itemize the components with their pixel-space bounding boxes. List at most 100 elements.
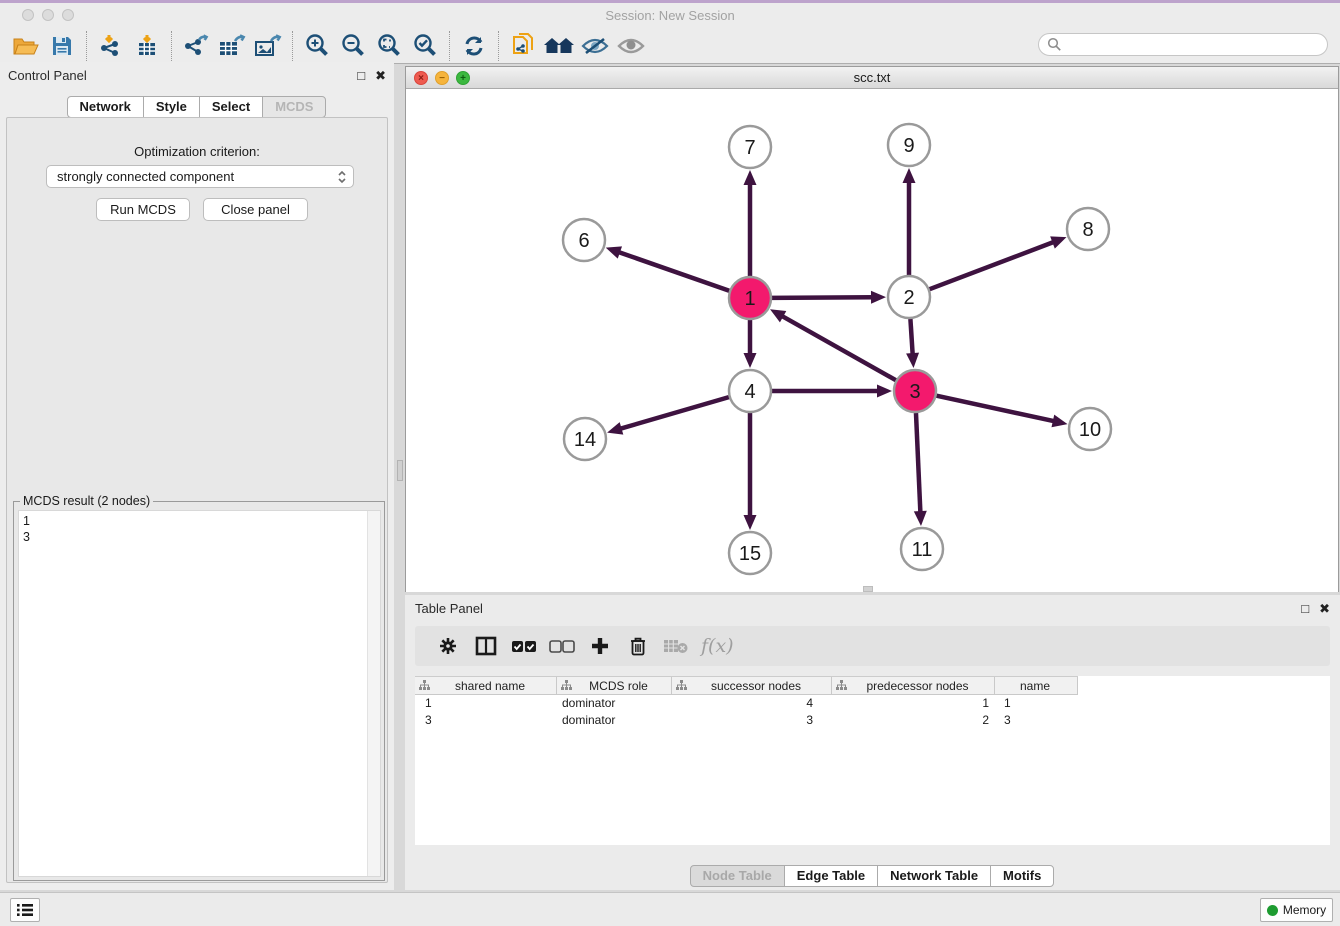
minimize-view-button[interactable]: − xyxy=(435,71,449,85)
graph-node-label: 11 xyxy=(912,539,933,561)
float-panel-icon[interactable]: □ xyxy=(357,69,365,82)
export-image-icon[interactable] xyxy=(250,31,286,61)
graph-edge-2-8[interactable] xyxy=(930,242,1055,289)
column-type-icon xyxy=(836,680,847,691)
column-header-predecessor-nodes[interactable]: predecessor nodes xyxy=(832,677,995,694)
column-header-shared-name[interactable]: shared name xyxy=(415,677,557,694)
zoom-fit-icon[interactable] xyxy=(371,31,407,61)
control-panel-title: Control Panel xyxy=(8,68,87,83)
zoom-out-icon[interactable] xyxy=(335,31,371,61)
run-mcds-button[interactable]: Run MCDS xyxy=(96,198,190,221)
tab-motifs[interactable]: Motifs xyxy=(990,865,1054,887)
toolbar-separator xyxy=(171,31,172,61)
graph-edge-3-1[interactable] xyxy=(781,316,895,381)
graph-edge-arrowhead xyxy=(903,168,916,183)
graph-edge-arrowhead xyxy=(871,291,886,304)
hide-selected-eye-icon[interactable] xyxy=(577,31,613,61)
tab-edge-table[interactable]: Edge Table xyxy=(784,865,878,887)
maximize-window-button[interactable] xyxy=(62,9,74,21)
graph-node-label: 15 xyxy=(739,543,761,565)
select-all-icon[interactable] xyxy=(505,631,543,661)
panel-splitter-handle[interactable] xyxy=(397,460,403,481)
cell-predecessor-nodes: 1 xyxy=(832,695,995,712)
split-columns-icon[interactable] xyxy=(467,631,505,661)
add-column-icon[interactable] xyxy=(581,631,619,661)
minimize-window-button[interactable] xyxy=(42,9,54,21)
refresh-icon[interactable] xyxy=(456,31,492,61)
toolbar-separator xyxy=(86,31,87,61)
tab-select[interactable]: Select xyxy=(199,96,263,118)
close-window-button[interactable] xyxy=(22,9,34,21)
graph-node-label: 3 xyxy=(909,381,920,403)
table-row[interactable]: 3 dominator 3 2 3 xyxy=(415,712,1330,729)
mcds-result-list[interactable]: 1 3 xyxy=(18,510,381,877)
close-view-button[interactable]: × xyxy=(414,71,428,85)
list-icon xyxy=(17,903,33,917)
export-network-icon[interactable] xyxy=(178,31,214,61)
tab-network-table[interactable]: Network Table xyxy=(877,865,991,887)
import-network-icon[interactable] xyxy=(93,31,129,61)
home-icon[interactable] xyxy=(541,31,577,61)
graph-edge-2-3[interactable] xyxy=(910,319,912,355)
column-header-name[interactable]: name xyxy=(995,677,1078,694)
column-header-successor-nodes[interactable]: successor nodes xyxy=(672,677,832,694)
table-panel-title: Table Panel xyxy=(415,601,483,616)
mcds-result-group: MCDS result (2 nodes) 1 3 xyxy=(13,501,385,881)
tab-mcds[interactable]: MCDS xyxy=(262,96,326,118)
graph-edge-1-2[interactable] xyxy=(772,297,873,298)
cell-successor-nodes: 4 xyxy=(672,695,832,712)
zoom-selected-icon[interactable] xyxy=(407,31,443,61)
control-panel-header: Control Panel □ ✖ xyxy=(0,62,394,88)
function-builder-icon[interactable]: f(x) xyxy=(695,631,734,661)
canvas-resize-handle[interactable] xyxy=(863,586,873,592)
cell-shared-name: 1 xyxy=(415,695,557,712)
memory-button[interactable]: Memory xyxy=(1260,898,1333,922)
network-window-title: scc.txt xyxy=(406,67,1338,88)
close-panel-icon[interactable]: ✖ xyxy=(375,69,386,82)
open-session-icon[interactable] xyxy=(8,31,44,61)
cell-name: 3 xyxy=(995,712,1078,729)
task-history-button[interactable] xyxy=(10,898,40,922)
result-line: 1 xyxy=(19,513,380,529)
table-header-row: shared name MCDS role successor nodes pr… xyxy=(415,676,1078,695)
float-table-panel-icon[interactable]: □ xyxy=(1301,602,1309,615)
table-panel-header: Table Panel □ ✖ xyxy=(405,595,1340,621)
cell-mcds-role: dominator xyxy=(557,712,672,729)
column-header-mcds-role[interactable]: MCDS role xyxy=(557,677,672,694)
graph-edge-3-10[interactable] xyxy=(936,396,1054,422)
chevron-up-down-icon xyxy=(337,170,347,184)
cell-predecessor-nodes: 2 xyxy=(832,712,995,729)
close-panel-button[interactable]: Close panel xyxy=(203,198,308,221)
table-row[interactable]: 1 dominator 4 1 1 xyxy=(415,695,1330,712)
toolbar-separator xyxy=(498,31,499,61)
delete-column-trash-icon[interactable] xyxy=(619,631,657,661)
export-table-icon[interactable] xyxy=(214,31,250,61)
zoom-in-icon[interactable] xyxy=(299,31,335,61)
graph-edge-3-11[interactable] xyxy=(916,413,920,513)
result-scrollbar[interactable] xyxy=(367,511,380,876)
tab-network[interactable]: Network xyxy=(67,96,144,118)
tab-node-table[interactable]: Node Table xyxy=(690,865,785,887)
optimization-criterion-select[interactable]: strongly connected component xyxy=(46,165,354,188)
maximize-view-button[interactable]: + xyxy=(456,71,470,85)
graph-edge-1-6[interactable] xyxy=(618,252,729,291)
graph-edge-arrowhead xyxy=(744,353,757,368)
graph-node-label: 7 xyxy=(744,137,755,159)
network-window-titlebar[interactable]: × − + scc.txt xyxy=(406,67,1338,89)
settings-gear-icon[interactable] xyxy=(429,631,467,661)
delete-table-icon[interactable] xyxy=(657,631,695,661)
fx-label: f(x) xyxy=(701,635,734,657)
node-table[interactable]: shared name MCDS role successor nodes pr… xyxy=(415,676,1330,845)
deselect-all-icon[interactable] xyxy=(543,631,581,661)
control-panel-tabs: Network Style Select MCDS xyxy=(0,96,394,118)
column-type-icon xyxy=(676,680,687,691)
clone-network-icon[interactable] xyxy=(505,31,541,61)
close-table-panel-icon[interactable]: ✖ xyxy=(1319,602,1330,615)
tab-style[interactable]: Style xyxy=(143,96,200,118)
graph-edge-4-14[interactable] xyxy=(620,397,729,429)
import-table-icon[interactable] xyxy=(129,31,165,61)
save-session-icon[interactable] xyxy=(44,31,80,61)
show-all-eye-icon[interactable] xyxy=(613,31,649,61)
network-canvas[interactable]: 7968124314101511 xyxy=(406,89,1338,592)
search-field[interactable] xyxy=(1038,33,1328,56)
